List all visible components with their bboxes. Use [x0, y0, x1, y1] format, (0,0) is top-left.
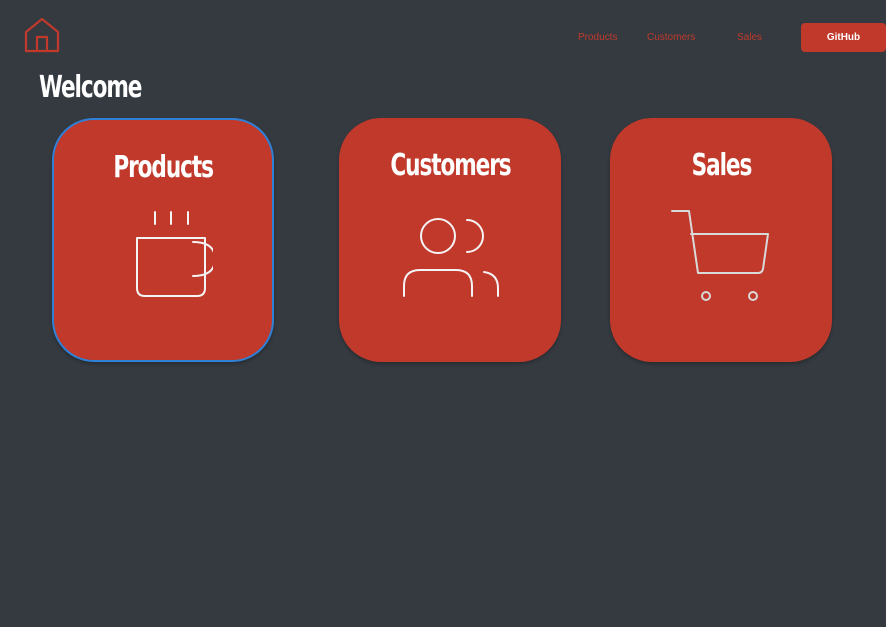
- home-link[interactable]: [24, 17, 60, 53]
- customers-card-title: Customers: [389, 148, 511, 183]
- coffee-cup-icon: [54, 208, 272, 304]
- nav-link-customers[interactable]: Customers: [647, 32, 695, 43]
- customers-card[interactable]: Customers: [339, 118, 561, 362]
- users-icon: [339, 206, 561, 302]
- page-title: Welcome: [39, 70, 142, 105]
- products-card-title: Products: [113, 150, 214, 185]
- page: Products Customers Sales GitHub Welcome …: [0, 0, 886, 627]
- nav-link-products[interactable]: Products: [578, 32, 617, 43]
- sales-card[interactable]: Sales: [610, 118, 832, 362]
- shopping-cart-icon: [610, 206, 832, 302]
- home-icon: [24, 17, 60, 53]
- nav-link-sales[interactable]: Sales: [737, 32, 762, 43]
- sales-card-title: Sales: [691, 148, 752, 183]
- products-card[interactable]: Products: [52, 118, 274, 362]
- github-button[interactable]: GitHub: [801, 23, 886, 52]
